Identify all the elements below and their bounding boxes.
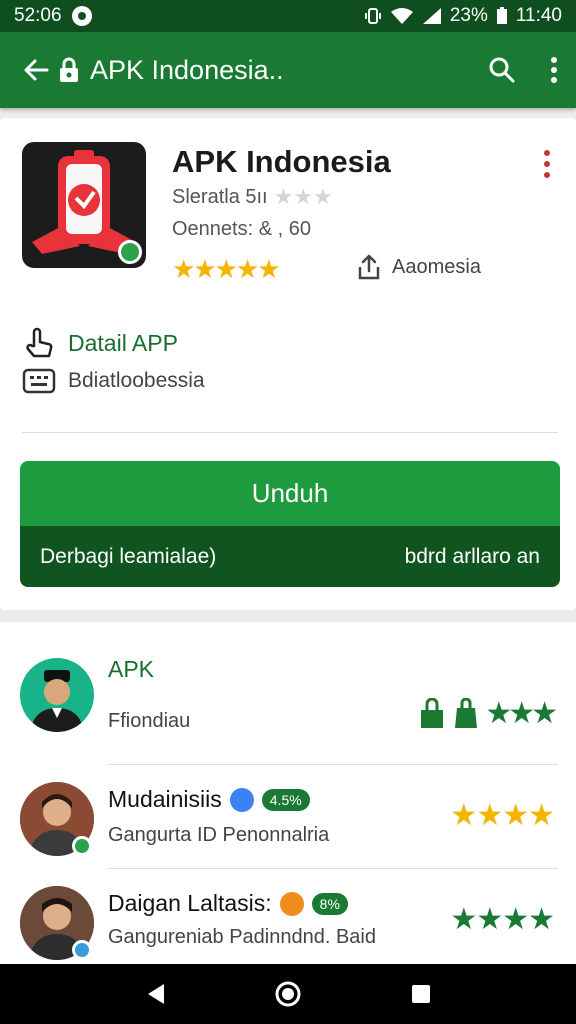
search-icon[interactable] xyxy=(488,56,516,84)
nav-home-icon[interactable] xyxy=(274,980,302,1008)
status-time-right: 11:40 xyxy=(515,5,562,26)
list-item-name: Daigan Laltasis: xyxy=(108,890,272,916)
download-caption-bar: Derbagi leamialae) bdrd arllaro an xyxy=(20,526,560,587)
list-item-name: Mudainisiis xyxy=(108,786,222,812)
list-item-name-row: Daigan Laltasis: 8% xyxy=(108,890,348,917)
app-icon xyxy=(22,142,146,268)
list-item-subtitle: Gangureniab Padinndnd. Baid xyxy=(108,926,376,948)
battery-icon xyxy=(496,7,507,24)
list-item-name: APK xyxy=(108,656,155,682)
app-meta-line2: Oennets: & , 60 xyxy=(172,218,311,240)
online-badge-icon xyxy=(72,836,92,856)
touch-icon xyxy=(26,327,53,358)
category-row: Bdiatloobessia xyxy=(22,366,205,396)
list-item-stars: ★★★ xyxy=(485,697,558,730)
app-name: APK Indonesia xyxy=(172,144,391,179)
lock-icon xyxy=(60,57,78,82)
nav-recents-icon[interactable] xyxy=(410,983,432,1005)
signal-icon xyxy=(422,8,441,24)
wifi-icon xyxy=(390,8,413,24)
related-list-card: APK Ffiondiau ★★★ Mudainisiis 4.5% Gangu… xyxy=(0,622,576,964)
share-button[interactable]: Aaomesia xyxy=(356,254,481,280)
overflow-menu-icon[interactable] xyxy=(550,56,558,84)
divider xyxy=(108,868,558,869)
list-item-pill: 8% xyxy=(311,892,348,915)
list-item[interactable]: Mudainisiis 4.5% Gangurta ID Penonnalria… xyxy=(0,768,576,872)
bag-icon xyxy=(455,697,478,728)
list-item-subtitle: Gangurta ID Penonnalria xyxy=(108,824,330,846)
category-label: Bdiatloobessia xyxy=(68,369,205,392)
app-rating-stars: ★★★★★ xyxy=(172,254,281,284)
online-badge-icon xyxy=(72,940,92,960)
list-item-subtitle: Ffiondiau xyxy=(108,710,191,732)
share-label: Aaomesia xyxy=(392,255,481,278)
nav-back-icon[interactable] xyxy=(144,982,166,1006)
app-bar-title: APK Indonesia.. xyxy=(90,54,284,85)
meta-line1-text: Sleratla 5ıı xyxy=(172,185,268,208)
download-caption-left[interactable]: Derbagi leamialae) xyxy=(40,545,216,569)
divider xyxy=(22,432,558,433)
download-caption-right[interactable]: bdrd arllaro an xyxy=(405,545,540,569)
award-icon xyxy=(279,891,304,916)
avatar xyxy=(20,658,94,732)
back-arrow-icon[interactable] xyxy=(22,56,50,84)
list-item[interactable]: APK Ffiondiau ★★★ xyxy=(0,642,576,746)
list-item[interactable]: Daigan Laltasis: 8% Gangureniab Padinndn… xyxy=(0,872,576,976)
divider xyxy=(108,764,558,765)
share-icon xyxy=(358,254,380,280)
battery-percent: 23% xyxy=(449,5,488,26)
app-bar: APK Indonesia.. xyxy=(0,32,576,108)
app-meta-line1: Sleratla 5ıı ★★★ xyxy=(172,184,333,210)
app-more-icon[interactable] xyxy=(544,150,552,178)
meta-stars: ★★★ xyxy=(273,184,333,209)
system-nav-bar xyxy=(0,964,576,1024)
download-panel: Unduh Derbagi leamialae) bdrd arllaro an xyxy=(20,461,560,587)
detail-app-label: Datail APP xyxy=(68,329,178,356)
list-item-pill: 4.5% xyxy=(261,788,310,811)
status-time-left: 52:06 xyxy=(14,5,62,26)
list-item-stars: ★★★★ xyxy=(450,903,555,936)
list-item-rating: ★★★ xyxy=(417,696,558,731)
status-bar: 52:06 23% 11:40 xyxy=(0,0,576,32)
list-item-name-row: Mudainisiis 4.5% xyxy=(108,786,310,813)
keyboard-icon xyxy=(22,368,56,394)
verified-icon xyxy=(229,787,254,812)
app-details-card: APK Indonesia Sleratla 5ıı ★★★ Oennets: … xyxy=(0,118,576,610)
download-button[interactable]: Unduh xyxy=(20,461,560,526)
vibrate-icon xyxy=(364,8,381,24)
bag-icon xyxy=(421,697,444,728)
detail-app-row[interactable]: Datail APP xyxy=(22,326,178,360)
notification-icon xyxy=(71,6,92,26)
list-item-stars: ★★★★ xyxy=(450,799,555,832)
